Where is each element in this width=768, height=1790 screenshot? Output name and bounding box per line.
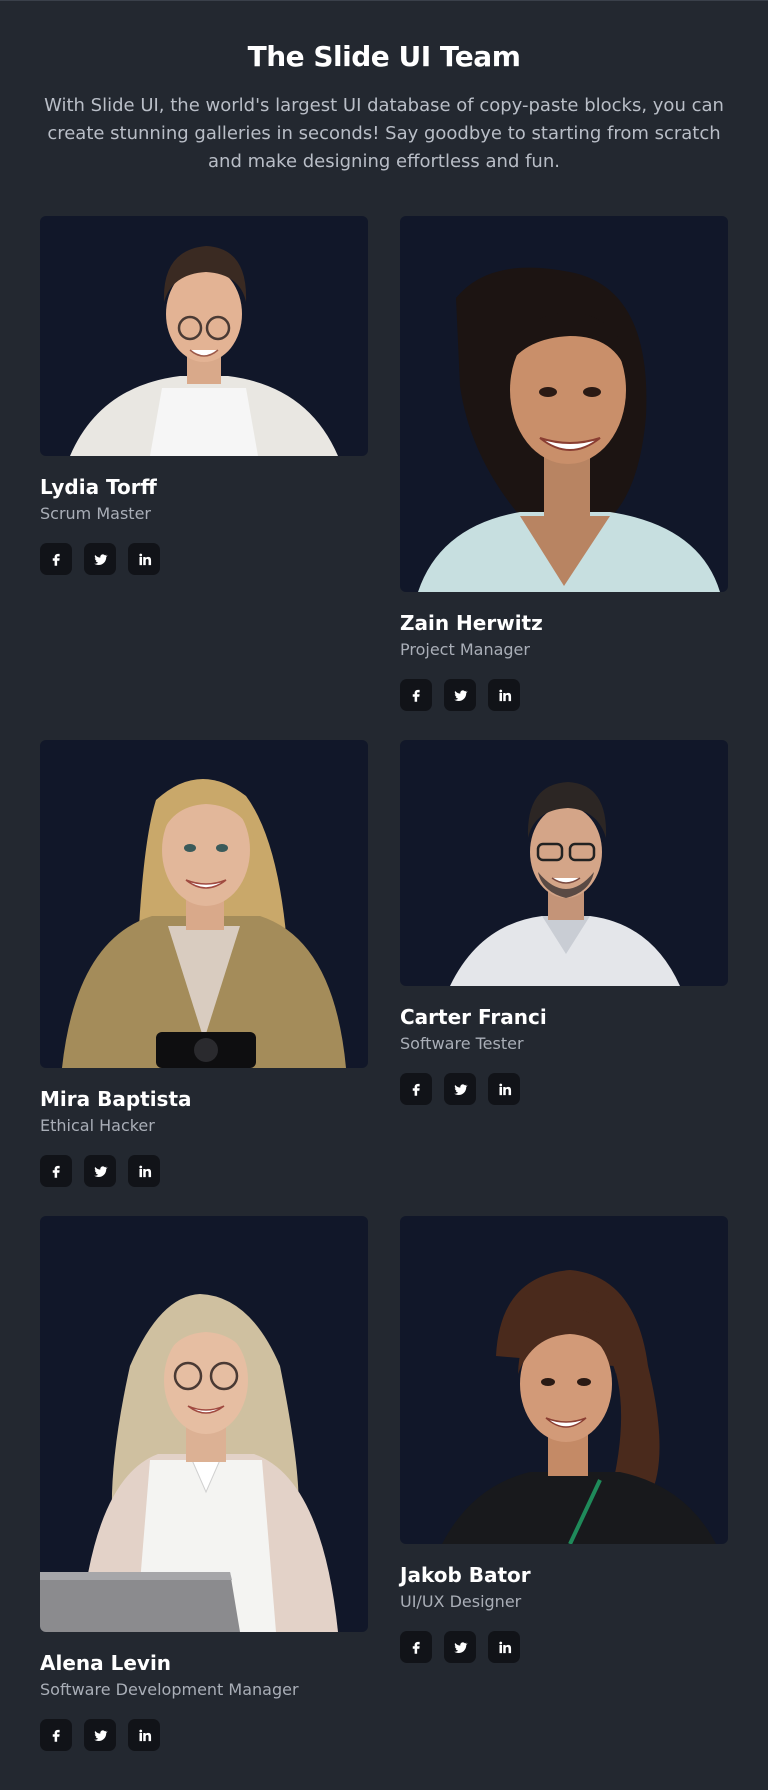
- linkedin-link[interactable]: [488, 1073, 520, 1105]
- twitter-link[interactable]: [84, 1155, 116, 1187]
- team-member-card: Zain Herwitz Project Manager: [400, 216, 728, 711]
- team-member-card: Alena Levin Software Development Manager: [40, 1216, 368, 1751]
- team-member-card: Jakob Bator UI/UX Designer: [400, 1216, 728, 1663]
- member-name: Zain Herwitz: [400, 611, 543, 635]
- linkedin-link[interactable]: [128, 1155, 160, 1187]
- member-photo: [40, 740, 368, 1068]
- social-links: [40, 543, 368, 575]
- linkedin-link[interactable]: [488, 679, 520, 711]
- member-role: Software Development Manager: [40, 1680, 299, 1699]
- facebook-icon: [412, 1083, 420, 1096]
- facebook-icon: [52, 1729, 60, 1742]
- twitter-link[interactable]: [444, 679, 476, 711]
- linkedin-icon: [138, 1729, 151, 1741]
- facebook-icon: [412, 1641, 420, 1654]
- social-links: [400, 1631, 728, 1663]
- twitter-icon: [93, 1729, 108, 1741]
- facebook-icon: [412, 689, 420, 702]
- top-border: [0, 0, 768, 1]
- linkedin-icon: [498, 1083, 511, 1095]
- linkedin-icon: [498, 689, 511, 701]
- facebook-link[interactable]: [400, 679, 432, 711]
- facebook-link[interactable]: [400, 1631, 432, 1663]
- team-member-card: Lydia Torff Scrum Master: [40, 216, 368, 575]
- member-role: Scrum Master: [40, 504, 151, 523]
- member-role: Ethical Hacker: [40, 1116, 155, 1135]
- linkedin-link[interactable]: [128, 543, 160, 575]
- twitter-link[interactable]: [84, 1719, 116, 1751]
- member-photo: [400, 1216, 728, 1544]
- team-member-card: Mira Baptista Ethical Hacker: [40, 740, 368, 1187]
- twitter-icon: [93, 1165, 108, 1177]
- member-photo: [400, 740, 728, 986]
- linkedin-icon: [138, 553, 151, 565]
- member-name: Mira Baptista: [40, 1087, 192, 1111]
- twitter-link[interactable]: [444, 1631, 476, 1663]
- linkedin-icon: [498, 1641, 511, 1653]
- twitter-link[interactable]: [444, 1073, 476, 1105]
- member-role: Software Tester: [400, 1034, 524, 1053]
- facebook-icon: [52, 553, 60, 566]
- facebook-link[interactable]: [40, 1155, 72, 1187]
- member-photo: [40, 216, 368, 456]
- member-name: Jakob Bator: [400, 1563, 531, 1587]
- facebook-icon: [52, 1165, 60, 1178]
- member-photo: [40, 1216, 368, 1632]
- member-role: UI/UX Designer: [400, 1592, 522, 1611]
- page-title: The Slide UI Team: [247, 40, 521, 73]
- social-links: [400, 679, 728, 711]
- social-links: [40, 1719, 368, 1751]
- member-name: Alena Levin: [40, 1651, 172, 1675]
- page-subtitle: With Slide UI, the world's largest UI da…: [44, 95, 724, 172]
- member-role: Project Manager: [400, 640, 530, 659]
- linkedin-link[interactable]: [488, 1631, 520, 1663]
- member-photo: [400, 216, 728, 592]
- linkedin-link[interactable]: [128, 1719, 160, 1751]
- facebook-link[interactable]: [400, 1073, 432, 1105]
- twitter-icon: [93, 553, 108, 565]
- team-member-card: Carter Franci Software Tester: [400, 740, 728, 1105]
- twitter-icon: [453, 689, 468, 701]
- facebook-link[interactable]: [40, 1719, 72, 1751]
- member-name: Carter Franci: [400, 1005, 547, 1029]
- member-name: Lydia Torff: [40, 475, 157, 499]
- facebook-link[interactable]: [40, 543, 72, 575]
- social-links: [40, 1155, 368, 1187]
- twitter-icon: [453, 1641, 468, 1653]
- social-links: [400, 1073, 728, 1105]
- twitter-link[interactable]: [84, 543, 116, 575]
- linkedin-icon: [138, 1165, 151, 1177]
- twitter-icon: [453, 1083, 468, 1095]
